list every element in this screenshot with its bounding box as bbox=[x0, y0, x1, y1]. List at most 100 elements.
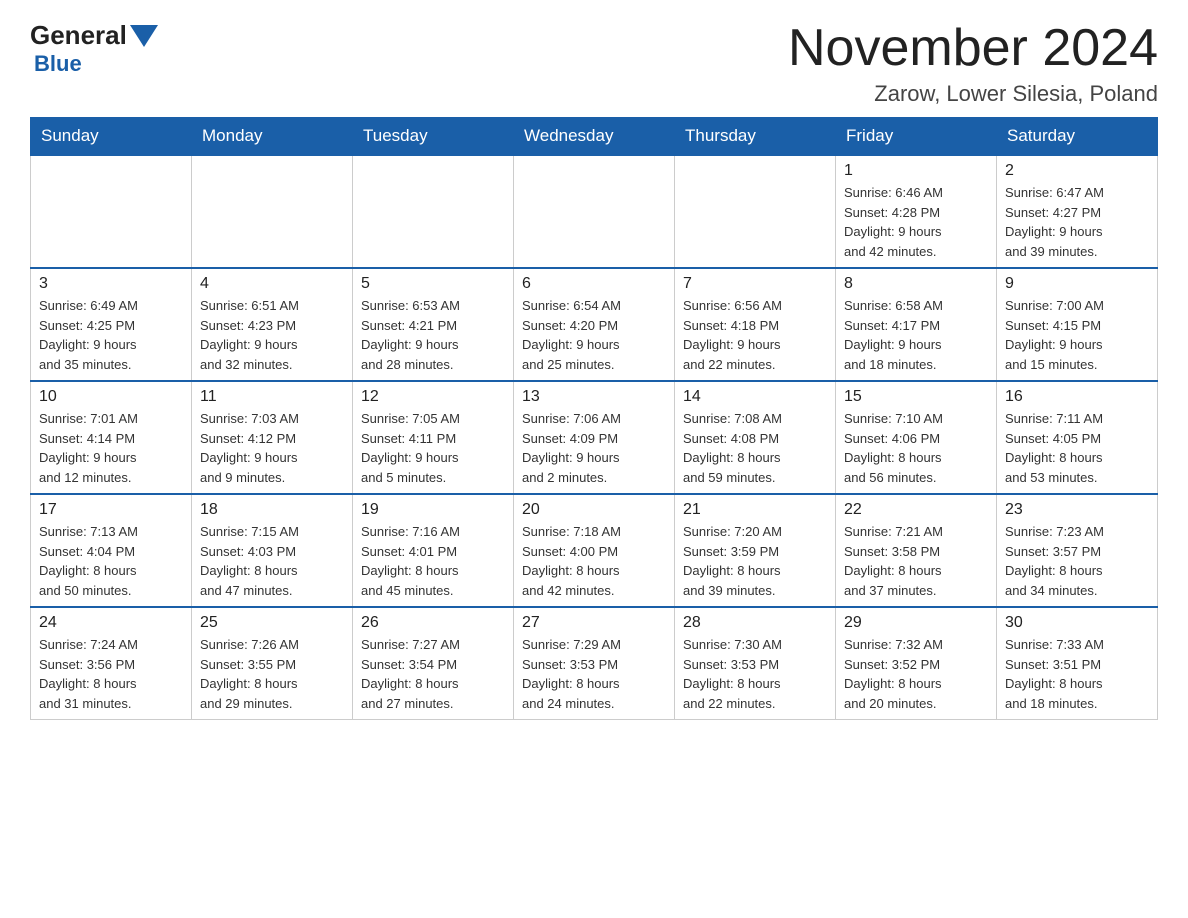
weekday-header-saturday: Saturday bbox=[997, 118, 1158, 156]
logo-general: General bbox=[30, 20, 127, 51]
calendar-cell bbox=[675, 155, 836, 268]
day-info: Sunrise: 7:20 AMSunset: 3:59 PMDaylight:… bbox=[683, 522, 827, 600]
day-info: Sunrise: 6:56 AMSunset: 4:18 PMDaylight:… bbox=[683, 296, 827, 374]
calendar-cell: 1 Sunrise: 6:46 AMSunset: 4:28 PMDaylight… bbox=[836, 155, 997, 268]
day-info: Sunrise: 7:11 AMSunset: 4:05 PMDaylight:… bbox=[1005, 409, 1149, 487]
calendar-cell: 19Sunrise: 7:16 AMSunset: 4:01 PMDayligh… bbox=[353, 494, 514, 607]
day-info: Sunrise: 6:51 AMSunset: 4:23 PMDaylight:… bbox=[200, 296, 344, 374]
day-info: Sunrise: 7:33 AMSunset: 3:51 PMDaylight:… bbox=[1005, 635, 1149, 713]
calendar-week-row: 10Sunrise: 7:01 AMSunset: 4:14 PMDayligh… bbox=[31, 381, 1158, 494]
day-info: Sunrise: 7:01 AMSunset: 4:14 PMDaylight:… bbox=[39, 409, 183, 487]
day-info: Sunrise: 6:47 AMSunset: 4:27 PMDaylight:… bbox=[1005, 183, 1149, 261]
day-info: Sunrise: 7:21 AMSunset: 3:58 PMDaylight:… bbox=[844, 522, 988, 600]
calendar-week-row: 24Sunrise: 7:24 AMSunset: 3:56 PMDayligh… bbox=[31, 607, 1158, 720]
day-info: Sunrise: 7:26 AMSunset: 3:55 PMDaylight:… bbox=[200, 635, 344, 713]
calendar-cell: 27 Sunrise: 7:29 AMSunset: 3:53 PMDayligh… bbox=[514, 607, 675, 720]
day-number: 21 bbox=[683, 501, 827, 519]
calendar-cell: 14 Sunrise: 7:08 AMSunset: 4:08 PMDayligh… bbox=[675, 381, 836, 494]
calendar-cell: 15 Sunrise: 7:10 AMSunset: 4:06 PMDayligh… bbox=[836, 381, 997, 494]
location: Zarow, Lower Silesia, Poland bbox=[788, 81, 1158, 107]
calendar-table: SundayMondayTuesdayWednesdayThursdayFrid… bbox=[30, 117, 1158, 720]
day-number: 26 bbox=[361, 614, 505, 632]
day-number: 29 bbox=[844, 614, 988, 632]
weekday-header-monday: Monday bbox=[192, 118, 353, 156]
day-info: Sunrise: 7:30 AMSunset: 3:53 PMDaylight:… bbox=[683, 635, 827, 713]
weekday-header-wednesday: Wednesday bbox=[514, 118, 675, 156]
day-info: Sunrise: 7:15 AMSunset: 4:03 PMDaylight:… bbox=[200, 522, 344, 600]
page-header: General Blue November 2024 Zarow, Lower … bbox=[30, 20, 1158, 107]
calendar-cell: 25Sunrise: 7:26 AMSunset: 3:55 PMDayligh… bbox=[192, 607, 353, 720]
weekday-header-thursday: Thursday bbox=[675, 118, 836, 156]
weekday-header-friday: Friday bbox=[836, 118, 997, 156]
calendar-cell: 21 Sunrise: 7:20 AMSunset: 3:59 PMDayligh… bbox=[675, 494, 836, 607]
day-number: 3 bbox=[39, 275, 183, 293]
day-info: Sunrise: 7:23 AMSunset: 3:57 PMDaylight:… bbox=[1005, 522, 1149, 600]
calendar-cell: 2Sunrise: 6:47 AMSunset: 4:27 PMDaylight… bbox=[997, 155, 1158, 268]
calendar-cell: 16 Sunrise: 7:11 AMSunset: 4:05 PMDayligh… bbox=[997, 381, 1158, 494]
day-number: 27 bbox=[522, 614, 666, 632]
day-number: 5 bbox=[361, 275, 505, 293]
day-number: 30 bbox=[1005, 614, 1149, 632]
day-number: 16 bbox=[1005, 388, 1149, 406]
day-number: 28 bbox=[683, 614, 827, 632]
calendar-cell: 17 Sunrise: 7:13 AMSunset: 4:04 PMDayligh… bbox=[31, 494, 192, 607]
day-number: 8 bbox=[844, 275, 988, 293]
day-number: 17 bbox=[39, 501, 183, 519]
day-info: Sunrise: 6:49 AMSunset: 4:25 PMDaylight:… bbox=[39, 296, 183, 374]
calendar-week-row: 17 Sunrise: 7:13 AMSunset: 4:04 PMDayligh… bbox=[31, 494, 1158, 607]
day-number: 4 bbox=[200, 275, 344, 293]
calendar-cell: 20Sunrise: 7:18 AMSunset: 4:00 PMDayligh… bbox=[514, 494, 675, 607]
calendar-cell: 8 Sunrise: 6:58 AMSunset: 4:17 PMDaylight… bbox=[836, 268, 997, 381]
day-number: 15 bbox=[844, 388, 988, 406]
day-number: 7 bbox=[683, 275, 827, 293]
logo-blue: Blue bbox=[34, 51, 82, 77]
day-number: 12 bbox=[361, 388, 505, 406]
title-block: November 2024 Zarow, Lower Silesia, Pola… bbox=[788, 20, 1158, 107]
month-title: November 2024 bbox=[788, 20, 1158, 77]
day-info: Sunrise: 6:53 AMSunset: 4:21 PMDaylight:… bbox=[361, 296, 505, 374]
calendar-cell: 10Sunrise: 7:01 AMSunset: 4:14 PMDayligh… bbox=[31, 381, 192, 494]
calendar-week-row: 3 Sunrise: 6:49 AMSunset: 4:25 PMDaylight… bbox=[31, 268, 1158, 381]
day-number: 9 bbox=[1005, 275, 1149, 293]
day-number: 19 bbox=[361, 501, 505, 519]
calendar-cell: 29 Sunrise: 7:32 AMSunset: 3:52 PMDayligh… bbox=[836, 607, 997, 720]
weekday-header-tuesday: Tuesday bbox=[353, 118, 514, 156]
day-info: Sunrise: 7:03 AMSunset: 4:12 PMDaylight:… bbox=[200, 409, 344, 487]
day-info: Sunrise: 6:58 AMSunset: 4:17 PMDaylight:… bbox=[844, 296, 988, 374]
day-info: Sunrise: 7:27 AMSunset: 3:54 PMDaylight:… bbox=[361, 635, 505, 713]
day-number: 11 bbox=[200, 388, 344, 406]
calendar-cell: 18Sunrise: 7:15 AMSunset: 4:03 PMDayligh… bbox=[192, 494, 353, 607]
calendar-cell: 30 Sunrise: 7:33 AMSunset: 3:51 PMDayligh… bbox=[997, 607, 1158, 720]
day-info: Sunrise: 7:08 AMSunset: 4:08 PMDaylight:… bbox=[683, 409, 827, 487]
calendar-cell: 23Sunrise: 7:23 AMSunset: 3:57 PMDayligh… bbox=[997, 494, 1158, 607]
day-info: Sunrise: 7:10 AMSunset: 4:06 PMDaylight:… bbox=[844, 409, 988, 487]
day-info: Sunrise: 7:32 AMSunset: 3:52 PMDaylight:… bbox=[844, 635, 988, 713]
calendar-cell: 22 Sunrise: 7:21 AMSunset: 3:58 PMDayligh… bbox=[836, 494, 997, 607]
calendar-cell: 13Sunrise: 7:06 AMSunset: 4:09 PMDayligh… bbox=[514, 381, 675, 494]
calendar-cell: 4 Sunrise: 6:51 AMSunset: 4:23 PMDaylight… bbox=[192, 268, 353, 381]
day-number: 1 bbox=[844, 162, 988, 180]
day-info: Sunrise: 7:13 AMSunset: 4:04 PMDaylight:… bbox=[39, 522, 183, 600]
day-number: 22 bbox=[844, 501, 988, 519]
day-info: Sunrise: 7:29 AMSunset: 3:53 PMDaylight:… bbox=[522, 635, 666, 713]
calendar-cell: 11 Sunrise: 7:03 AMSunset: 4:12 PMDayligh… bbox=[192, 381, 353, 494]
day-info: Sunrise: 7:00 AMSunset: 4:15 PMDaylight:… bbox=[1005, 296, 1149, 374]
calendar-cell: 28 Sunrise: 7:30 AMSunset: 3:53 PMDayligh… bbox=[675, 607, 836, 720]
day-number: 14 bbox=[683, 388, 827, 406]
calendar-week-row: 1 Sunrise: 6:46 AMSunset: 4:28 PMDaylight… bbox=[31, 155, 1158, 268]
calendar-cell bbox=[31, 155, 192, 268]
calendar-cell bbox=[514, 155, 675, 268]
weekday-header-sunday: Sunday bbox=[31, 118, 192, 156]
logo-triangle-icon bbox=[130, 25, 158, 47]
day-info: Sunrise: 6:46 AMSunset: 4:28 PMDaylight:… bbox=[844, 183, 988, 261]
weekday-header-row: SundayMondayTuesdayWednesdayThursdayFrid… bbox=[31, 118, 1158, 156]
calendar-cell: 3 Sunrise: 6:49 AMSunset: 4:25 PMDaylight… bbox=[31, 268, 192, 381]
day-info: Sunrise: 7:18 AMSunset: 4:00 PMDaylight:… bbox=[522, 522, 666, 600]
calendar-cell: 5 Sunrise: 6:53 AMSunset: 4:21 PMDaylight… bbox=[353, 268, 514, 381]
calendar-cell: 7 Sunrise: 6:56 AMSunset: 4:18 PMDaylight… bbox=[675, 268, 836, 381]
day-info: Sunrise: 6:54 AMSunset: 4:20 PMDaylight:… bbox=[522, 296, 666, 374]
day-info: Sunrise: 7:06 AMSunset: 4:09 PMDaylight:… bbox=[522, 409, 666, 487]
calendar-cell: 24Sunrise: 7:24 AMSunset: 3:56 PMDayligh… bbox=[31, 607, 192, 720]
calendar-cell: 26 Sunrise: 7:27 AMSunset: 3:54 PMDayligh… bbox=[353, 607, 514, 720]
day-info: Sunrise: 7:24 AMSunset: 3:56 PMDaylight:… bbox=[39, 635, 183, 713]
